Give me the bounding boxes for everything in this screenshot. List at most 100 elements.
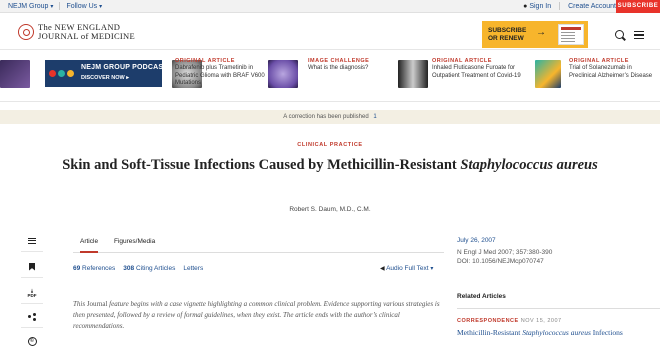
podcast-banner[interactable]: NEJM GROUP PODCASTS DISCOVER NOW ▸ bbox=[45, 60, 172, 87]
card-title: What is the diagnosis? bbox=[308, 65, 369, 71]
search-icon[interactable] bbox=[615, 30, 624, 39]
correction-text: A correction has been published bbox=[283, 114, 369, 120]
tab-article[interactable]: Article bbox=[80, 238, 99, 253]
subscribe-promo-banner[interactable]: SUBSCRIBE OR RENEW → bbox=[482, 21, 588, 48]
podcast-dot-icon bbox=[67, 70, 74, 77]
journal-logo[interactable]: The NEW ENGLAND JOURNAL of MEDICINE bbox=[18, 23, 135, 41]
subscribe-button[interactable]: SUBSCRIBE bbox=[616, 0, 660, 13]
references-label: References bbox=[82, 265, 116, 272]
related-articles-heading: Related Articles bbox=[457, 293, 506, 300]
title-text: Skin and Soft-Tissue Infections Caused b… bbox=[62, 157, 461, 173]
share-node bbox=[33, 317, 36, 321]
podcast-dot-icon bbox=[49, 70, 56, 77]
citing-count: 308 bbox=[123, 265, 135, 272]
divider bbox=[559, 2, 561, 10]
nejm-group-label: NEJM Group bbox=[8, 2, 49, 10]
utility-bar: NEJM Group ▾ Follow Us ▾ ● Sign In Creat… bbox=[0, 0, 660, 13]
card-kicker: ORIGINAL ARTICLE bbox=[175, 58, 235, 64]
promo-line-2: OR RENEW bbox=[488, 34, 524, 42]
card-title: Trial of Solanezumab in Preclinical Alzh… bbox=[569, 65, 653, 79]
pdf-label: PDF bbox=[27, 292, 37, 298]
related-date: NOV 15, 2007 bbox=[520, 318, 562, 324]
logo-line-2: JOURNAL of MEDICINE bbox=[38, 31, 135, 41]
nejm-seal-icon bbox=[18, 24, 34, 40]
audio-label: Audio Full Text bbox=[386, 265, 429, 272]
citation-line: N Engl J Med 2007; 357:380-390 bbox=[457, 249, 553, 256]
publication-date: July 26, 2007 bbox=[457, 237, 496, 244]
article-title: Skin and Soft-Tissue Infections Caused b… bbox=[60, 156, 600, 174]
title-italic-text: Staphylococcus aureus bbox=[460, 157, 598, 173]
references-link[interactable]: 69 References bbox=[73, 265, 115, 272]
doi-line[interactable]: DOI: 10.1056/NEJMcp070747 bbox=[457, 258, 552, 267]
references-count: 69 bbox=[73, 265, 81, 272]
related-article-link[interactable]: Methicillin-Resistant Staphylococcus aur… bbox=[457, 328, 623, 337]
author-byline[interactable]: Robert S. Daum, M.D., C.M. bbox=[0, 206, 660, 213]
share-node bbox=[33, 312, 36, 316]
pdf-button[interactable]: ⤓ PDF bbox=[21, 282, 43, 304]
download-pdf-icon: ⤓ PDF bbox=[27, 287, 37, 298]
user-icon: ● bbox=[523, 2, 528, 10]
citation-info: N Engl J Med 2007; 357:380-390 DOI: 10.1… bbox=[457, 249, 552, 266]
save-button[interactable] bbox=[21, 256, 43, 278]
related-title-italic: Staphylococcus aureus bbox=[522, 328, 591, 337]
xray-thumbnail[interactable] bbox=[398, 60, 428, 88]
podcast-dot-icon bbox=[58, 70, 65, 77]
related-kicker: CORRESPONDENCE NOV 15, 2007 bbox=[457, 318, 562, 324]
section-label[interactable]: CLINICAL PRACTICE bbox=[0, 142, 660, 148]
related-title-text: Methicillin-Resistant bbox=[457, 328, 523, 337]
list-icon bbox=[28, 237, 36, 244]
share-button[interactable] bbox=[21, 306, 43, 328]
audio-full-text-button[interactable]: ◀ Audio Full Text ▾ bbox=[380, 265, 433, 272]
share-icon bbox=[28, 312, 36, 321]
card-kicker: ORIGINAL ARTICLE bbox=[569, 58, 629, 64]
article-abstract: This Journal feature begins with a case … bbox=[73, 299, 446, 332]
correction-banner[interactable]: A correction has been published 1 bbox=[0, 110, 660, 124]
related-title-end: Infections bbox=[590, 328, 623, 337]
journal-cover-image bbox=[558, 24, 584, 45]
masthead: The NEW ENGLAND JOURNAL of MEDICINE SUBS… bbox=[0, 13, 660, 50]
chevron-down-icon: ▾ bbox=[99, 3, 103, 10]
nejm-group-menu[interactable]: NEJM Group ▾ bbox=[8, 3, 53, 10]
sign-in-label: Sign In bbox=[529, 2, 552, 10]
bookmark-icon bbox=[29, 262, 35, 271]
speaker-icon: ◀ bbox=[380, 266, 385, 272]
journal-title: The NEW ENGLAND JOURNAL of MEDICINE bbox=[38, 23, 135, 41]
abstract-text: feature begins with a case vignette high… bbox=[73, 300, 440, 330]
chevron-down-icon: ▾ bbox=[430, 266, 434, 272]
article-tabs: Article Figures/Media bbox=[73, 236, 444, 253]
arrow-right-icon: → bbox=[536, 27, 546, 38]
permissions-button[interactable]: © bbox=[21, 330, 43, 349]
podcast-cta-label: DISCOVER NOW bbox=[81, 75, 125, 81]
follow-us-label: Follow Us bbox=[66, 2, 98, 10]
letters-link[interactable]: Letters bbox=[183, 265, 203, 272]
hamburger-menu-icon[interactable] bbox=[634, 31, 644, 39]
promo-line-1: SUBSCRIBE bbox=[488, 27, 527, 34]
card-kicker: IMAGE CHALLENGE bbox=[308, 58, 370, 64]
card-kicker: ORIGINAL ARTICLE bbox=[432, 58, 492, 64]
related-type: CORRESPONDENCE bbox=[457, 318, 519, 324]
featured-carousel: NEJM GROUP PODCASTS DISCOVER NOW ▸ ORIGI… bbox=[0, 50, 660, 102]
sign-in-link[interactable]: ● Sign In bbox=[523, 3, 551, 10]
podcast-title: NEJM GROUP PODCASTS bbox=[81, 64, 173, 71]
copyright-icon: © bbox=[27, 336, 37, 346]
contents-button[interactable] bbox=[21, 230, 43, 252]
follow-us-menu[interactable]: Follow Us ▾ bbox=[66, 3, 102, 10]
card-title: Inhaled Fluticasone Furoate for Outpatie… bbox=[432, 65, 521, 79]
promo-text: SUBSCRIBE OR RENEW bbox=[488, 27, 526, 42]
card-title: Dabrafenib plus Trametinib in Pediatric … bbox=[175, 65, 265, 86]
article-links: 69 References 308 Citing Articles Letter… bbox=[73, 265, 203, 272]
abstract-journal: Journal bbox=[86, 300, 108, 308]
image-challenge-thumbnail[interactable] bbox=[268, 60, 298, 88]
article-thumbnail[interactable] bbox=[535, 60, 561, 88]
create-account-link[interactable]: Create Account bbox=[568, 3, 616, 10]
share-node bbox=[28, 315, 31, 318]
abstract-prefix: This bbox=[73, 300, 87, 308]
citing-articles-link[interactable]: 308 Citing Articles bbox=[123, 265, 175, 272]
thumbnail-image[interactable] bbox=[0, 60, 30, 88]
tab-figures-media[interactable]: Figures/Media bbox=[114, 238, 155, 253]
divider bbox=[59, 2, 61, 10]
citing-label: Citing Articles bbox=[135, 265, 176, 272]
chevron-down-icon: ▾ bbox=[50, 3, 54, 10]
correction-count: 1 bbox=[373, 114, 377, 120]
divider bbox=[457, 308, 660, 309]
